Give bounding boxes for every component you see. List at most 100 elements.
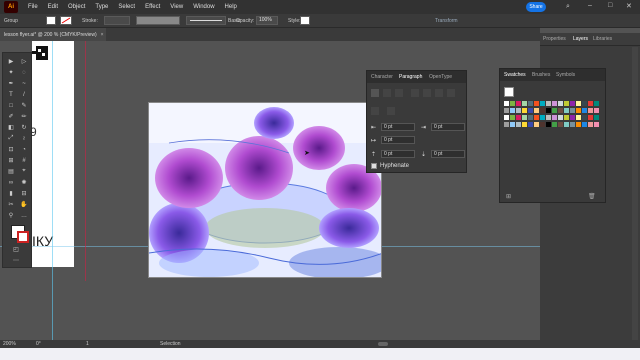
swatch-chip[interactable] [552,101,557,106]
magic-wand-icon[interactable]: ✦ [6,68,16,77]
scale-icon[interactable]: ⤢ [6,134,16,143]
indent-right-field[interactable]: 0 pt [431,123,465,131]
swatch-chip[interactable] [570,122,575,127]
swatch-chip[interactable] [540,108,545,113]
menu-type[interactable]: Type [95,4,108,10]
direct-select-icon[interactable]: ▷ [19,57,29,66]
swatch-chip[interactable] [546,115,551,120]
variable-width-field[interactable] [136,16,180,25]
lasso-icon[interactable]: ◌ [19,68,29,77]
perspective-icon[interactable]: ⊞ [6,156,16,165]
menu-edit[interactable]: Edit [48,4,58,10]
share-button[interactable]: Share [526,2,546,12]
swatch-chip[interactable] [504,101,509,106]
swatch-chip[interactable] [594,122,599,127]
graph-icon[interactable]: ▮ [6,189,16,198]
swatch-chip[interactable] [504,122,509,127]
shaper-icon[interactable]: ✐ [6,112,16,121]
curvature-icon[interactable]: ~ [19,79,29,88]
fill-swatch[interactable] [46,16,56,25]
close-icon[interactable]: ✕ [626,2,632,10]
tab-libraries[interactable]: Libraries [593,36,612,42]
brush-icon[interactable]: ✎ [19,101,29,110]
swatch-chip[interactable] [552,108,557,113]
menu-view[interactable]: View [170,4,183,10]
horizontal-scrollbar[interactable] [378,342,388,346]
align-center-icon[interactable] [383,89,391,97]
swatch-chip[interactable] [564,101,569,106]
line-icon[interactable]: / [19,90,29,99]
rotation-angle[interactable]: 0° [36,341,41,347]
tab-swatches[interactable]: Swatches [504,72,526,78]
tab-opentype[interactable]: OpenType [429,74,452,80]
select-tool-icon[interactable]: ▶ [6,57,16,66]
swatch-chip[interactable] [594,115,599,120]
swatch-chip[interactable] [588,101,593,106]
type-icon[interactable]: T [6,90,16,99]
hand-icon[interactable]: ✋ [19,200,29,209]
swatch-chip[interactable] [576,115,581,120]
swatch-chip[interactable] [522,122,527,127]
active-fill-swatch[interactable] [504,87,514,97]
swatch-chip[interactable] [546,122,551,127]
swatch-chip[interactable] [558,108,563,113]
menu-object[interactable]: Object [68,4,85,10]
document-tab[interactable]: lesson flyer.ai* @ 200 % (CMYK/Preview) … [0,28,106,41]
first-line-indent-field[interactable]: 0 pt [381,136,415,144]
swatch-chip[interactable] [528,108,533,113]
edit-toolbar-icon[interactable]: … [19,211,29,220]
swatch-chip[interactable] [576,101,581,106]
swatch-chip[interactable] [564,122,569,127]
swatch-chip[interactable] [588,115,593,120]
numbered-list-icon[interactable] [387,107,395,115]
stroke-color-icon[interactable] [17,231,29,243]
swatch-chip[interactable] [582,115,587,120]
maximize-icon[interactable]: □ [608,2,612,9]
swatch-chip[interactable] [570,101,575,106]
artboard-icon[interactable]: ⊟ [19,189,29,198]
justify-center-icon[interactable] [423,89,431,97]
swatch-chip[interactable] [516,101,521,106]
swatch-chip[interactable] [540,101,545,106]
pencil-icon[interactable]: ✏ [19,112,29,121]
menu-file[interactable]: File [28,4,38,10]
swatch-chip[interactable] [522,108,527,113]
swatch-chip[interactable] [540,122,545,127]
menu-window[interactable]: Window [193,4,214,10]
swatch-chip[interactable] [504,115,509,120]
free-transform-icon[interactable]: ⊡ [6,145,16,154]
layers-scrollbar[interactable] [632,47,638,347]
swatch-chip[interactable] [588,122,593,127]
transform-link[interactable]: Transform [435,18,458,24]
swatch-chip[interactable] [570,108,575,113]
swatch-libraries-icon[interactable]: ⊞ [506,193,511,200]
blend-icon[interactable]: ∞ [6,178,16,187]
tab-properties[interactable]: Properties [543,36,566,42]
swatch-chip[interactable] [510,122,515,127]
swatch-chip[interactable] [516,115,521,120]
swatch-chip[interactable] [564,115,569,120]
rotate-icon[interactable]: ↻ [19,123,29,132]
swatch-chip[interactable] [540,115,545,120]
swatch-chip[interactable] [510,108,515,113]
swatch-chip[interactable] [558,101,563,106]
rect-icon[interactable]: □ [6,101,16,110]
mesh-icon[interactable]: # [19,156,29,165]
swatch-chip[interactable] [558,115,563,120]
bullet-list-icon[interactable] [371,107,379,115]
align-right-icon[interactable] [395,89,403,97]
symbol-sprayer-icon[interactable]: ✺ [19,178,29,187]
swatch-chip[interactable] [528,115,533,120]
swatch-chip[interactable] [570,115,575,120]
justify-left-icon[interactable] [411,89,419,97]
swatch-chip[interactable] [534,101,539,106]
minimize-icon[interactable]: – [588,2,592,9]
justify-all-icon[interactable] [447,89,455,97]
swatch-chip[interactable] [582,122,587,127]
more-tools-icon[interactable]: ⋯ [11,256,21,265]
swatch-chip[interactable] [528,122,533,127]
swatch-chip[interactable] [534,122,539,127]
tab-brushes[interactable]: Brushes [532,72,550,78]
swatch-chip[interactable] [522,115,527,120]
delete-swatch-icon[interactable]: 🗑 [588,193,596,200]
